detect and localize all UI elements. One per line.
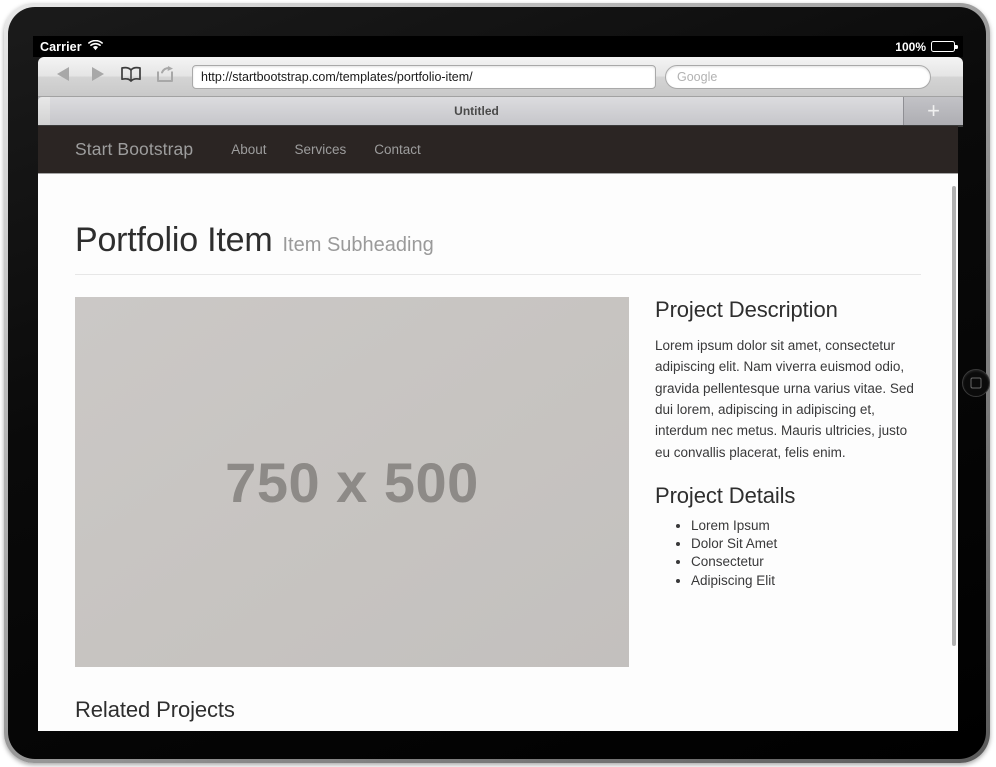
- page-body: Portfolio Item Item Subheading 750 x 500…: [38, 221, 958, 731]
- page-scrollbar[interactable]: [952, 186, 956, 646]
- browser-chrome: http://startbootstrap.com/templates/port…: [33, 57, 963, 127]
- tab-title-label: Untitled: [454, 104, 499, 118]
- list-item: Consectetur: [691, 553, 921, 571]
- project-description-heading: Project Description: [655, 297, 838, 322]
- list-item: Lorem Ipsum: [691, 517, 921, 535]
- back-arrow-icon: [56, 66, 71, 87]
- share-button[interactable]: [148, 57, 182, 97]
- new-tab-button[interactable]: +: [904, 97, 963, 125]
- status-bar-right: 100%: [895, 39, 958, 54]
- browser-tab-bar: Untitled +: [38, 97, 963, 127]
- project-details-list: Lorem Ipsum Dolor Sit Amet Consectetur A…: [655, 517, 921, 590]
- placeholder-dimensions-label: 750 x 500: [225, 450, 479, 514]
- battery-percent-label: 100%: [895, 39, 926, 54]
- detail-column: Project Description Lorem ipsum dolor si…: [629, 297, 921, 667]
- browser-toolbar: http://startbootstrap.com/templates/port…: [38, 57, 963, 97]
- image-column: 750 x 500: [75, 297, 629, 667]
- navbar-links: About Services Contact: [217, 142, 435, 157]
- nav-link-about[interactable]: About: [217, 142, 280, 157]
- web-page-viewport: Start Bootstrap About Services Contact P…: [38, 126, 958, 731]
- url-address-bar[interactable]: http://startbootstrap.com/templates/port…: [192, 64, 656, 89]
- bookmarks-book-icon: [120, 66, 142, 87]
- battery-icon: [931, 41, 958, 52]
- page-header: Portfolio Item Item Subheading: [75, 221, 921, 275]
- browser-tab-untitled[interactable]: Untitled: [50, 97, 904, 125]
- page-title: Portfolio Item: [75, 221, 273, 259]
- search-placeholder-text: Google: [677, 69, 718, 84]
- nav-link-contact[interactable]: Contact: [360, 142, 435, 157]
- ios-status-bar: Carrier 100%: [33, 36, 963, 57]
- search-input[interactable]: Google: [665, 64, 931, 89]
- url-text: http://startbootstrap.com/templates/port…: [201, 69, 473, 84]
- navbar-brand[interactable]: Start Bootstrap: [75, 139, 193, 160]
- bookmarks-button[interactable]: [114, 57, 148, 97]
- back-button[interactable]: [46, 57, 80, 97]
- forward-arrow-icon: [90, 66, 105, 87]
- home-button[interactable]: [962, 369, 990, 397]
- portfolio-placeholder-image: 750 x 500: [75, 297, 629, 667]
- project-description-text: Lorem ipsum dolor sit amet, consectetur …: [655, 338, 914, 460]
- project-details-heading: Project Details: [655, 482, 796, 508]
- plus-icon: +: [927, 98, 940, 123]
- list-item: Adipiscing Elit: [691, 572, 921, 590]
- page-subtitle: Item Subheading: [282, 234, 434, 256]
- site-navbar: Start Bootstrap About Services Contact: [38, 126, 958, 173]
- content-row: 750 x 500 Project Description Lorem ipsu…: [75, 297, 921, 667]
- carrier-label: Carrier: [40, 39, 82, 54]
- ipad-device-frame: Carrier 100% http://startbootstrap.com/t…: [0, 0, 996, 767]
- forward-button[interactable]: [80, 57, 114, 97]
- list-item: Dolor Sit Amet: [691, 535, 921, 553]
- related-projects-heading: Related Projects: [75, 697, 235, 722]
- nav-link-services[interactable]: Services: [281, 142, 361, 157]
- status-bar-left: Carrier: [40, 39, 103, 54]
- wifi-icon: [87, 39, 103, 54]
- tab-stub-left[interactable]: [38, 97, 50, 125]
- related-projects-header: Related Projects: [75, 697, 921, 731]
- share-action-icon: [155, 65, 175, 88]
